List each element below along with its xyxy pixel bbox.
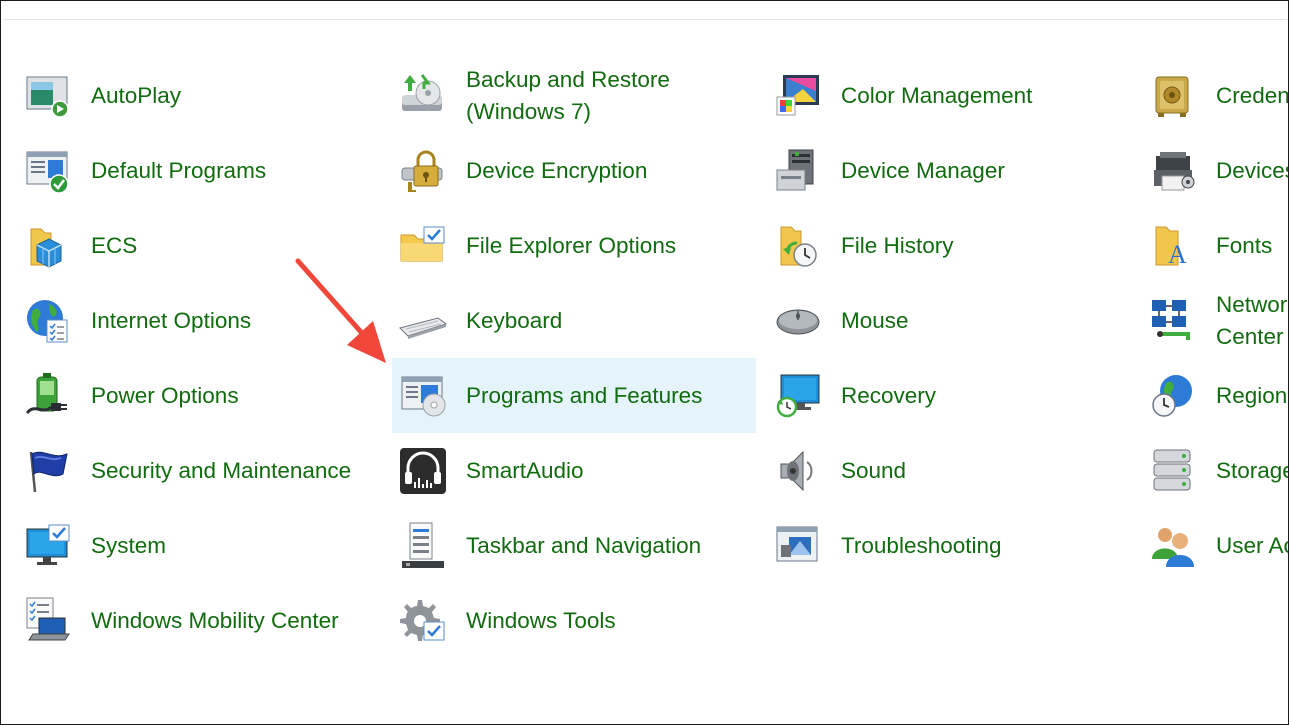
cp-item-storage-spaces[interactable]: Storage Spaces — [1142, 433, 1289, 508]
cp-item-network-sharing[interactable]: Network and Sharing Center — [1142, 283, 1288, 358]
cp-item-label: Mouse — [841, 307, 909, 333]
device-manager-icon — [773, 146, 823, 196]
svg-text:A: A — [1168, 240, 1187, 269]
cp-item-region[interactable]: Region — [1142, 358, 1288, 433]
cp-item-internet-options[interactable]: Internet Options — [17, 283, 392, 358]
cp-item-label: Taskbar and Navigation — [466, 532, 702, 558]
cp-item-label: Devices and Printers — [1216, 157, 1289, 183]
programs-features-icon — [398, 371, 448, 421]
cp-item-color-management[interactable]: Color Management — [767, 58, 1142, 133]
cp-item-label: Windows Tools — [466, 607, 616, 633]
file-history-icon — [773, 221, 823, 271]
cp-item-label: ECS — [91, 232, 138, 258]
cp-item-default-programs[interactable]: Default Programs — [17, 133, 392, 208]
windows-mobility-center-icon — [23, 596, 73, 646]
recovery-icon — [773, 371, 823, 421]
cp-item-devices-printers[interactable]: Devices and Printers — [1142, 133, 1289, 208]
backup-restore-icon — [398, 71, 448, 121]
device-encryption-icon — [398, 146, 448, 196]
credential-manager-icon — [1148, 71, 1198, 121]
cp-item-windows-mobility-center[interactable]: Windows Mobility Center — [17, 583, 392, 658]
internet-options-icon — [23, 296, 73, 346]
autoplay-icon — [23, 71, 73, 121]
cp-item-label: Default Programs — [91, 157, 267, 183]
cp-item-keyboard[interactable]: Keyboard — [392, 283, 767, 358]
color-management-icon — [773, 71, 823, 121]
cp-item-label: Power Options — [91, 382, 239, 408]
cp-item-ecs[interactable]: ECS — [17, 208, 392, 283]
cp-item-label: Storage Spaces — [1216, 457, 1289, 483]
cp-item-label: AutoPlay — [91, 82, 182, 108]
default-programs-icon — [23, 146, 73, 196]
region-icon — [1148, 371, 1198, 421]
header-divider — [3, 19, 1287, 20]
cp-item-file-history[interactable]: File History — [767, 208, 1142, 283]
cp-item-label: File History — [841, 232, 954, 258]
cp-item-label: Region — [1216, 382, 1288, 408]
file-explorer-options-icon — [398, 221, 448, 271]
cp-item-label: Windows Mobility Center — [91, 607, 339, 633]
cp-item-label: Programs and Features — [466, 382, 703, 408]
smartaudio-icon — [398, 446, 448, 496]
cp-item-recovery[interactable]: Recovery — [767, 358, 1142, 433]
cp-item-label: Recovery — [841, 382, 937, 408]
cp-item-label: Keyboard — [466, 307, 563, 333]
keyboard-icon — [398, 296, 448, 346]
cp-item-credential-manager[interactable]: Credential Manager — [1142, 58, 1289, 133]
network-sharing-icon — [1148, 296, 1198, 346]
user-accounts-icon — [1148, 521, 1198, 571]
cp-item-windows-tools[interactable]: Windows Tools — [392, 583, 767, 658]
windows-tools-icon — [398, 596, 448, 646]
cp-item-device-manager[interactable]: Device Manager — [767, 133, 1142, 208]
cp-item-label: Troubleshooting — [841, 532, 1002, 558]
cp-item-label: Fonts — [1216, 232, 1273, 258]
cp-item-label: Device Manager — [841, 157, 1005, 183]
troubleshooting-icon — [773, 521, 823, 571]
cp-item-file-explorer-options[interactable]: File Explorer Options — [392, 208, 767, 283]
system-icon — [23, 521, 73, 571]
cp-item-device-encryption[interactable]: Device Encryption — [392, 133, 767, 208]
sound-icon — [773, 446, 823, 496]
cp-item-mouse[interactable]: Mouse — [767, 283, 1142, 358]
cp-item-power-options[interactable]: Power Options — [17, 358, 392, 433]
cp-item-label: Credential Manager — [1216, 82, 1289, 108]
devices-printers-icon — [1148, 146, 1198, 196]
cp-item-autoplay[interactable]: AutoPlay — [17, 58, 392, 133]
cp-item-label: Sound — [841, 457, 907, 483]
cp-item-system[interactable]: System — [17, 508, 392, 583]
cp-item-programs-features[interactable]: Programs and Features — [392, 358, 756, 433]
cp-item-sound[interactable]: Sound — [767, 433, 1142, 508]
cp-item-label: User Accounts — [1216, 532, 1288, 558]
storage-spaces-icon — [1148, 446, 1198, 496]
cp-item-fonts[interactable]: A Fonts — [1142, 208, 1288, 283]
cp-item-label: Network and Sharing Center — [1216, 291, 1288, 349]
cp-item-user-accounts[interactable]: User Accounts — [1142, 508, 1288, 583]
cp-item-taskbar-navigation[interactable]: Taskbar and Navigation — [392, 508, 767, 583]
cp-item-label: Color Management — [841, 82, 1033, 108]
taskbar-navigation-icon — [398, 521, 448, 571]
security-maintenance-icon — [23, 446, 73, 496]
control-panel-items-grid: AutoPlay Backup and Restore (Windows 7) … — [17, 58, 1289, 658]
ecs-icon — [23, 221, 73, 271]
power-options-icon — [23, 371, 73, 421]
fonts-icon: A — [1148, 221, 1198, 271]
cp-item-security-maintenance[interactable]: Security and Maintenance — [17, 433, 392, 508]
cp-item-label: Device Encryption — [466, 157, 648, 183]
control-panel-window: AutoPlay Backup and Restore (Windows 7) … — [0, 0, 1289, 725]
cp-item-label: Security and Maintenance — [91, 457, 352, 483]
cp-item-troubleshooting[interactable]: Troubleshooting — [767, 508, 1142, 583]
cp-item-label: Internet Options — [91, 307, 252, 333]
cp-item-label: Backup and Restore (Windows 7) — [466, 66, 670, 124]
mouse-icon — [773, 296, 823, 346]
cp-item-label: System — [91, 532, 167, 558]
cp-item-smartaudio[interactable]: SmartAudio — [392, 433, 767, 508]
cp-item-backup-restore[interactable]: Backup and Restore (Windows 7) — [392, 58, 767, 133]
cp-item-label: SmartAudio — [466, 457, 584, 483]
cp-item-label: File Explorer Options — [466, 232, 677, 258]
